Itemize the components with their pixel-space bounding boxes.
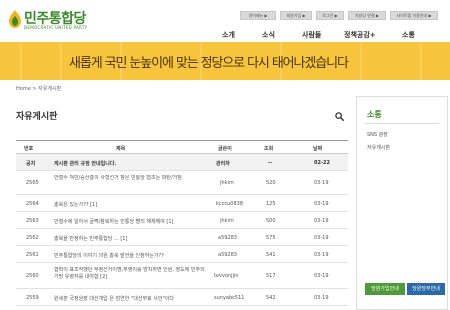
- utility-menu-english[interactable]: 영어메뉴 ▶: [240, 11, 276, 20]
- row-title[interactable]: 총북을 만정하는 민주통합당 ... [1]: [54, 235, 204, 242]
- row-author: kcccu0838: [216, 201, 244, 207]
- row-date: 03-19: [314, 180, 329, 186]
- row-title[interactable]: 안철수에 일어서 글쩍/참북하는 민통당 빨리 해체해야 [1]: [54, 218, 214, 225]
- join-guide-button[interactable]: 당원가입안내: [365, 283, 405, 295]
- row-number: 2565: [26, 180, 39, 186]
- row-date: 03-19: [314, 295, 329, 301]
- row-number: 2559: [26, 295, 39, 301]
- row-number: 2561: [26, 252, 39, 258]
- table-row[interactable]: 2562 총북을 만정하는 민주통합당 ... [1] a59283 575 0…: [16, 229, 348, 246]
- table-row[interactable]: 2559 원세훈 국정원장 대선개입 은 엄연한 "대선무효 사안"이다 sun…: [16, 289, 348, 306]
- nav-news[interactable]: 소식: [262, 30, 275, 40]
- table-row[interactable]: 2565 안철수 쳐민/중산층의 사형선거 항은 민통당 협조는 파탄/거짐 j…: [16, 171, 348, 195]
- row-author: a59283: [218, 235, 237, 241]
- row-author: jhkim: [220, 180, 234, 186]
- column-header-number: 번호: [24, 146, 34, 152]
- row-views: 542: [266, 295, 276, 301]
- row-author: tevvonjjin: [214, 273, 239, 279]
- row-author: jhkim: [220, 218, 234, 224]
- slogan-text: 새롭게 국민 눈높이에 맞는 정당으로 다시 태어나겠습니다: [69, 56, 349, 71]
- row-views: 500: [266, 218, 276, 224]
- row-title[interactable]: 총북은 있는가?? [1]: [54, 201, 204, 208]
- page-title: 자유게시판: [16, 112, 58, 122]
- column-header-author: 글쓴이: [218, 146, 232, 152]
- utility-menu-login[interactable]: 로그인 ▶: [316, 11, 344, 20]
- row-author: 관리자: [216, 161, 230, 167]
- utility-menu-local[interactable]: 지방당 연결 ▶: [348, 11, 386, 20]
- inquiry-guide-button[interactable]: 당원당부안내: [407, 283, 445, 295]
- row-views: --: [268, 160, 273, 166]
- utility-menu-sitemap[interactable]: 사이트맵 이용안내 ▶: [390, 11, 438, 20]
- sidebar-item-free-board[interactable]: 자유게시판: [367, 144, 390, 151]
- sidebar-item-sns[interactable]: SNS 광장: [367, 131, 388, 138]
- row-views: 541: [266, 252, 276, 258]
- row-title[interactable]: 원세훈 국정원장 대선개입 은 엄연한 "대선무효 사안"이다: [54, 295, 210, 302]
- row-title[interactable]: 게시판 관리 규정 안내입니다.: [54, 160, 204, 167]
- row-date: 02-22: [314, 160, 330, 166]
- logo-mark-icon: [9, 10, 21, 28]
- row-number: 공지: [26, 161, 36, 167]
- row-date: 03-19: [314, 273, 329, 279]
- row-author: a59283: [218, 252, 237, 258]
- slogan-banner: 새롭게 국민 눈높이에 맞는 정당으로 다시 태어나겠습니다: [0, 42, 450, 80]
- column-header-date: 날짜: [313, 146, 323, 152]
- row-title[interactable]: 안철수 쳐민/중산층의 사형선거 항은 민통당 협조는 파탄/거짐: [54, 175, 194, 190]
- sidebar-divider: [365, 123, 439, 124]
- row-views: 517: [266, 273, 276, 279]
- row-date: 03-19: [314, 252, 329, 258]
- nav-policy[interactable]: 정책공감+: [344, 30, 376, 40]
- column-header-title: 제목: [116, 146, 126, 152]
- row-number: 2560: [26, 273, 39, 279]
- breadcrumb: Home > 자유게시판: [16, 86, 62, 92]
- sidebar-title: 소통: [367, 110, 382, 119]
- row-views: 125: [266, 201, 276, 207]
- row-views: 520: [266, 180, 276, 186]
- search-icon[interactable]: [335, 112, 344, 121]
- table-header: 번호 제목 글쓴이 조회 날짜: [16, 140, 348, 154]
- row-author: sunyabc511: [214, 295, 245, 301]
- row-number: 2563: [26, 218, 39, 224]
- column-header-views: 조회: [264, 146, 274, 152]
- party-logo[interactable]: 민주통합당 DEMOCRATIC UNITED PARTY: [8, 8, 88, 38]
- row-date: 03-19: [314, 201, 329, 207]
- table-row[interactable]: 공지 게시판 관리 규정 안내입니다. 관리자 -- 02-22: [16, 154, 348, 171]
- row-date: 03-19: [314, 218, 329, 224]
- row-views: 575: [266, 235, 276, 241]
- table-row[interactable]: 2560 협력이 표조작했던 부정선거이명,무영이를 방치하면 인원, 영도에 …: [16, 263, 348, 289]
- table-row[interactable]: 2561 민주통합당의 이야기 의원 총북 발언을 인정하는가?? a59283…: [16, 246, 348, 263]
- nav-about[interactable]: 소개: [222, 30, 235, 40]
- table-row[interactable]: 2564 총북은 있는가?? [1] kcccu0838 125 03-19: [16, 195, 348, 212]
- nav-communication[interactable]: 소통: [402, 30, 415, 40]
- nav-people[interactable]: 사람들: [302, 30, 321, 40]
- row-title[interactable]: 협력이 표조작했던 부정선거이명,무영이를 방치하면 인원, 영도에 민주의 가…: [54, 267, 210, 283]
- sidebar: 소통 SNS 광장 자유게시판 당원가입안내 당원당부안내: [356, 96, 448, 310]
- table-row[interactable]: 2563 안철수에 일어서 글쩍/참북하는 민통당 빨리 해체해야 [1] jh…: [16, 212, 348, 229]
- logo-subtitle: DEMOCRATIC UNITED PARTY: [24, 25, 88, 30]
- row-title[interactable]: 민주통합당의 이야기 의원 총북 발언을 인정하는가??: [54, 252, 204, 259]
- row-number: 2564: [26, 201, 39, 207]
- row-date: 03-19: [314, 235, 329, 241]
- row-number: 2562: [26, 235, 39, 241]
- utility-menu-join[interactable]: 회원가입 ▶: [280, 11, 312, 20]
